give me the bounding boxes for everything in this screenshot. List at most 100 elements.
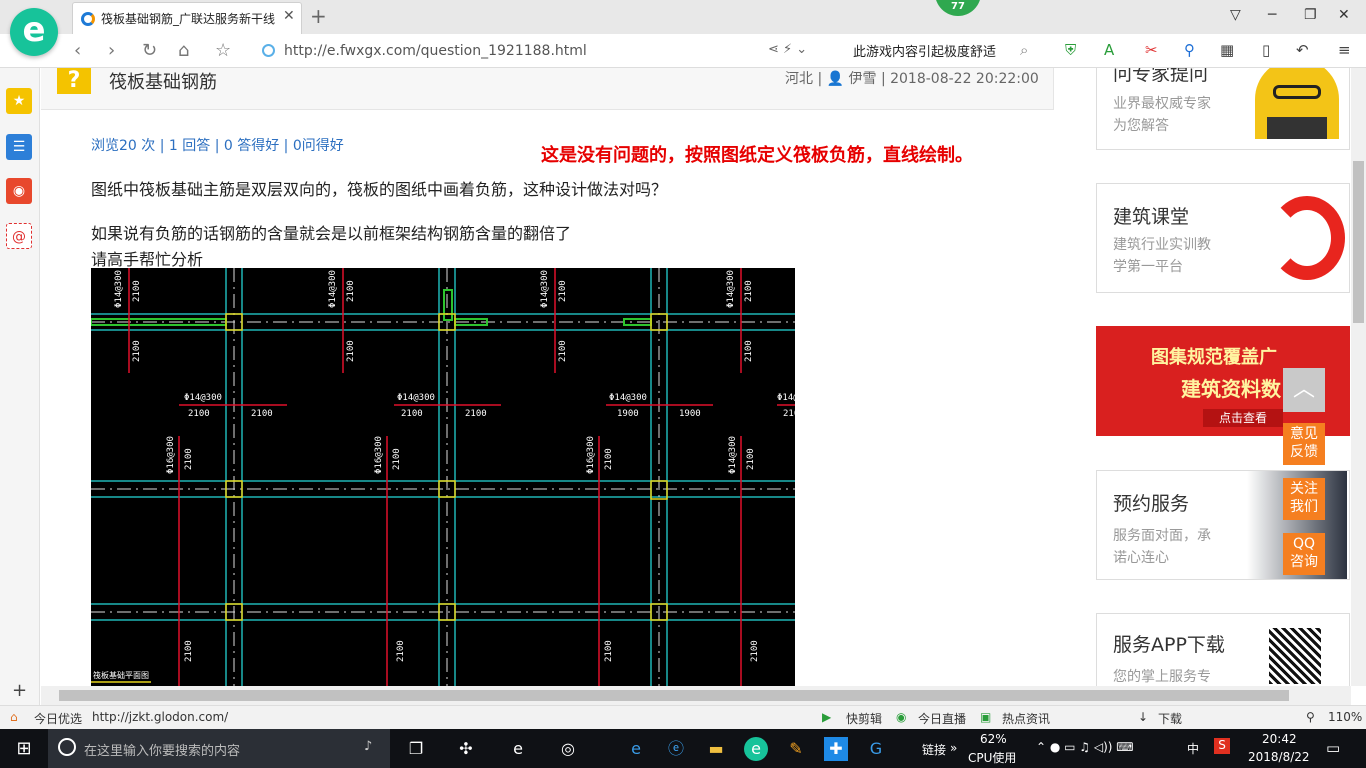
expert-mascot-icon	[1255, 68, 1339, 139]
home-icon[interactable]: ⌂	[178, 40, 189, 61]
url-text[interactable]: http://e.fwxgx.com/question_1921188.html	[284, 43, 587, 59]
browser-logo-icon[interactable]: e	[10, 8, 58, 56]
qr-code-icon[interactable]	[1269, 628, 1321, 684]
translate-icon[interactable]: A	[1104, 41, 1114, 59]
menu-icon[interactable]: ≡	[1338, 41, 1351, 59]
follow-us-button[interactable]: 关注 我们	[1283, 478, 1325, 520]
cad-label: Φ16@300	[166, 436, 176, 474]
app-title: 服务APP下载	[1113, 634, 1225, 656]
sidebar-toggle-icon[interactable]: ▯	[1262, 41, 1270, 59]
ime-indicator[interactable]: 中	[1187, 740, 1199, 757]
links-chevron-icon[interactable]: »	[950, 741, 957, 755]
weibo-icon[interactable]: ◉	[6, 178, 32, 204]
notes-app-icon[interactable]: ✎	[784, 737, 808, 761]
close-tab-icon[interactable]: ✕	[283, 8, 295, 24]
vertical-scroll-thumb[interactable]	[1353, 161, 1364, 323]
close-window-button[interactable]: ✕	[1338, 7, 1350, 23]
taskbar-search-placeholder: 在这里输入你要搜索的内容	[84, 744, 241, 759]
links-label[interactable]: 链接	[922, 741, 946, 758]
ask-expert-sub-1: 业界最权威专家	[1113, 96, 1211, 112]
clip-icon: ▶	[822, 710, 832, 724]
banner-click-button[interactable]: 点击查看	[1203, 409, 1283, 427]
refresh-icon[interactable]: ↻	[142, 40, 157, 61]
sogou-ime-icon[interactable]: S	[1214, 738, 1230, 754]
glodon-app-icon[interactable]: G	[864, 737, 888, 761]
ask-expert-card[interactable]: 问专家提问 业界最权威专家 为您解答	[1096, 68, 1350, 150]
cad-label: 2100	[401, 409, 423, 419]
browser-taskbar-icon[interactable]: e	[744, 737, 768, 761]
show-hidden-icons[interactable]: ⌃ ● ▭ ♫ ◁)) ⌨	[1036, 740, 1134, 754]
horizontal-scroll-thumb[interactable]	[59, 690, 1289, 701]
cad-label: 2100	[558, 280, 568, 302]
qq-consult-button[interactable]: QQ 咨询	[1283, 533, 1325, 575]
live-label[interactable]: 今日直播	[918, 710, 966, 727]
add-sidebar-item-icon[interactable]: +	[12, 680, 27, 701]
cortana-icon	[58, 738, 76, 756]
cad-label: 2100	[188, 409, 210, 419]
minimize-button[interactable]: ─	[1268, 7, 1276, 23]
notification-badge[interactable]: 77	[935, 0, 981, 16]
skin-icon[interactable]: ▽	[1230, 7, 1241, 23]
question-header: ? 筏板基础钢筋 河北 | 👤 伊雪 | 2018-08-22 20:22:00	[41, 68, 1054, 110]
cad-label: 2100	[184, 448, 194, 470]
microphone-icon[interactable]: ♪	[364, 739, 372, 754]
feedback-button[interactable]: 意见 反馈	[1283, 423, 1325, 465]
windows-taskbar: ⊞ 在这里输入你要搜索的内容 ♪ ❐ ✣ e ◎ e ⓔ ▬ e ✎ ✚ G 链…	[0, 729, 1366, 768]
browser-tab[interactable]: 筏板基础钢筋_广联达服务新干线 ✕	[72, 2, 302, 34]
undo-icon[interactable]: ↶	[1296, 41, 1309, 59]
cpu-label: CPU使用	[968, 751, 1017, 765]
cad-label: 2100	[346, 340, 356, 362]
left-sidebar: ★ ☰ ◉ @ +	[0, 68, 40, 705]
search-hint-text[interactable]: 此游戏内容引起极度舒适	[853, 41, 1018, 60]
clock-date[interactable]: 2018/8/22	[1248, 750, 1310, 764]
cad-drawing-image[interactable]: Φ14@300 2100 2100 Φ14@300 2100 2100 Φ14@…	[91, 268, 795, 686]
task-view-icon[interactable]: ❐	[404, 737, 428, 761]
search-icon[interactable]: ⌕	[1020, 41, 1028, 59]
app-download-card[interactable]: 服务APP下载 您的掌上服务专	[1096, 613, 1350, 686]
find-icon[interactable]: ⚲	[1184, 41, 1195, 59]
plus-app-icon[interactable]: ✚	[824, 737, 848, 761]
edge-icon[interactable]: e	[624, 737, 648, 761]
cad-label: 2100	[346, 280, 356, 302]
forward-icon[interactable]: ›	[108, 40, 115, 61]
email-icon[interactable]: @	[6, 223, 32, 249]
news-label[interactable]: 热点资讯	[1002, 710, 1050, 727]
edge-browser-icon[interactable]: e	[506, 737, 530, 761]
screenshot-icon[interactable]: ✂	[1145, 41, 1158, 59]
quick-clip-label[interactable]: 快剪辑	[846, 710, 882, 727]
building-course-card[interactable]: 建筑课堂 建筑行业实训教 学第一平台	[1096, 183, 1350, 293]
apps-icon[interactable]: ▦	[1220, 41, 1234, 59]
horizontal-scrollbar[interactable]	[41, 686, 1351, 705]
restore-button[interactable]: ❐	[1304, 7, 1317, 23]
share-icon[interactable]: ⋖ ⚡ ⌄	[768, 42, 807, 57]
favorites-icon[interactable]: ★	[6, 88, 32, 114]
pinwheel-app-icon[interactable]: ✣	[454, 737, 478, 761]
question-body-line-1: 图纸中筏板基础主筋是双层双向的，筏板的图纸中画着负筋，这种设计做法对吗？	[91, 180, 668, 199]
cad-label: 2100	[744, 340, 754, 362]
network-app-icon[interactable]: ◎	[556, 737, 580, 761]
favorite-star-icon[interactable]: ☆	[215, 40, 231, 61]
vertical-scrollbar[interactable]	[1351, 68, 1366, 686]
cad-label: 2100	[750, 640, 760, 662]
taskbar-search-box[interactable]: 在这里输入你要搜索的内容 ♪	[48, 729, 390, 768]
reading-list-icon[interactable]: ☰	[6, 134, 32, 160]
file-explorer-icon[interactable]: ▬	[704, 737, 728, 761]
clock-time[interactable]: 20:42	[1262, 732, 1297, 746]
daily-picks-label[interactable]: 今日优选	[34, 710, 82, 727]
windows-start-icon[interactable]: ⊞	[12, 737, 36, 761]
app-sub: 您的掌上服务专	[1113, 669, 1211, 685]
question-mark-icon: ?	[57, 68, 91, 94]
cad-label: Φ14@300	[114, 270, 124, 308]
download-label[interactable]: 下载	[1158, 710, 1182, 727]
address-bar[interactable]: http://e.fwxgx.com/question_1921188.html	[258, 38, 763, 64]
notification-center-icon[interactable]: ▭	[1326, 739, 1340, 757]
zoom-level[interactable]: 110%	[1328, 710, 1362, 724]
back-icon[interactable]: ‹	[74, 40, 81, 61]
back-to-top-button[interactable]: ︿	[1283, 368, 1325, 412]
cpu-percent: 62%	[980, 732, 1007, 746]
shield-icon[interactable]: ⛨	[1065, 41, 1076, 59]
new-tab-button[interactable]: +	[310, 4, 327, 28]
question-stats[interactable]: 浏览20 次 | 1 回答 | 0 答得好 | 0问得好	[91, 135, 344, 155]
ie-icon[interactable]: ⓔ	[664, 737, 688, 761]
gift-icon[interactable]: ⌂	[10, 710, 18, 724]
